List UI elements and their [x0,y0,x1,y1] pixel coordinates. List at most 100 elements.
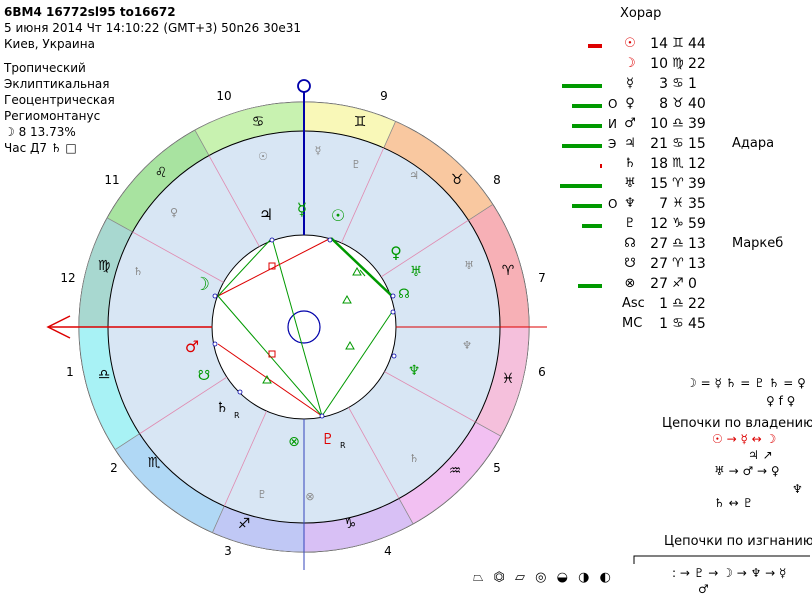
sign-glyph-icon: ♓ [672,196,684,211]
planet-glyph-icon: ☿ [626,76,634,91]
planet-glyph-icon: ♂ [624,116,636,131]
planet-glyph-icon: ♅ [624,176,636,191]
planet-row[interactable]: ☉ 14 ♊ 44 [560,36,812,56]
transit-glyph-icon: ♀ [170,206,178,219]
planet-letter: И [608,117,617,131]
house-number: 6 [538,365,546,379]
jupiter-icon: ♃ [259,205,273,224]
zodiac-sign-icon: ♐ [238,516,251,532]
planet-glyph-icon: ☋ [624,256,636,271]
planet-minutes: 0 [688,276,697,292]
chain-3: ♄ ↔ ♇ [714,496,754,510]
planet-minutes: 44 [688,36,706,52]
planet-position-dot [237,389,243,395]
planet-degree: 1 [659,296,668,312]
planet-glyph-icon: ☽ [624,56,636,71]
planet-degree: 18 [650,156,668,172]
saturn-icon: ♄ [216,400,229,416]
house-number: 1 [66,365,74,379]
strength-bar [582,224,602,228]
planet-minutes: 39 [688,176,706,192]
chains-exile-title: Цепочки по изгнанию [664,534,812,549]
planet-minutes: 13 [688,256,706,272]
strength-bar [572,124,602,128]
dispositor-line-2: ♀ f ♀ [766,394,796,408]
planet-row[interactable]: И ♂ 10 ♎ 39 [560,116,812,136]
moon-icon: ☽ [194,274,210,295]
strength-bar [578,284,602,288]
chain-4b: ♂ [698,582,709,596]
chain-1b: ♃ ↗ [748,448,773,462]
planet-degree: 27 [650,256,668,272]
chain-2: ♅ → ♂ → ♀ [714,464,780,478]
house-number: 12 [60,271,75,285]
uranus-icon: ♅ [410,264,423,280]
dispositor-line-1: ☽ = ☿ ♄ = ♇ ♄ = ♀ [686,376,806,390]
transit-glyph-icon: ☉ [258,150,268,163]
planet-glyph-icon: ♆ [624,196,636,211]
part-of-fortune-icon: ⊗ [288,434,300,450]
house-number: 3 [224,544,232,558]
planet-glyph-icon: ☊ [624,236,636,251]
planet-minutes: 1 [688,76,697,92]
transit-glyph-icon: ♇ [351,158,361,171]
planet-row[interactable]: ♄ 18 ♏ 12 [560,156,812,176]
star-markeb: Маркеб [732,236,784,251]
horoscope-wheel[interactable]: 123 456789101112♎♏♐ ♑♒♓♈♉♊♋♌♍☉☽☿♀♂♃♄♅♆♇☊☋⊗… [0,0,560,596]
strength-bar [562,144,602,148]
planet-position-dot [319,413,325,419]
zodiac-sign-icon: ♌ [155,165,168,181]
retrograde-label: R [340,441,346,450]
planet-row[interactable]: Э ♃ 21 ♋ 15 [560,136,812,156]
transit-glyph-icon: ♃ [409,169,419,182]
transit-glyph-icon: ♅ [464,259,474,272]
wheel-rings: 123 456789101112♎♏♐ ♑♒♓♈♉♊♋♌♍☉☽☿♀♂♃♄♅♆♇☊☋⊗… [46,79,547,570]
chains-ownership-title: Цепочки по владению [662,416,812,431]
planet-glyph-icon: MC [622,316,643,331]
planet-position-dot [390,293,396,299]
zodiac-sign-icon: ♋ [252,114,265,130]
planet-row[interactable]: О ♆ 7 ♓ 35 [560,196,812,216]
sign-glyph-icon: ♑ [672,216,684,231]
transit-glyph-icon: ♇ [257,488,267,501]
planet-row[interactable]: О ♀ 8 ♉ 40 [560,96,812,116]
sign-glyph-icon: ♎ [672,296,684,311]
strength-bar [588,44,602,48]
zodiac-sign-icon: ♒ [449,463,462,479]
sign-glyph-icon: ♊ [672,36,684,51]
planet-degree: 27 [650,236,668,252]
zodiac-sign-icon: ♑ [344,516,357,532]
table-title: Хорар [620,6,662,21]
house-number: 11 [104,173,119,187]
planet-minutes: 59 [688,216,706,232]
planet-degree: 3 [659,76,668,92]
house-number: 7 [538,271,546,285]
strength-bar [600,164,602,168]
chain-1: ☉ → ☿ ↔ ☽ [712,432,777,446]
planet-row[interactable]: ⊗ 27 ♐ 0 [560,276,812,296]
toolbar-icons[interactable]: ⏢ ⏣ ⏥ ◎ ◒ ◑ ◐ [473,570,614,585]
planet-row[interactable]: ♇ 12 ♑ 59 [560,216,812,236]
planet-minutes: 13 [688,236,706,252]
planet-row[interactable]: ☋ 27 ♈ 13 [560,256,812,276]
planet-row[interactable]: MC 1 ♋ 45 [560,316,812,336]
planet-row[interactable]: ♅ 15 ♈ 39 [560,176,812,196]
retrograde-label: R [234,411,240,420]
planet-degree: 15 [650,176,668,192]
planet-degree: 10 [650,56,668,72]
planet-row[interactable]: ☽ 10 ♍ 22 [560,56,812,76]
house-number: 9 [380,89,388,103]
zodiac-sign-icon: ♈ [502,263,515,279]
planet-position-dot [327,237,333,243]
planet-row[interactable]: ☿ 3 ♋ 1 [560,76,812,96]
strength-bar [572,204,602,208]
planet-row[interactable]: Asc 1 ♎ 22 [560,296,812,316]
planet-degree: 12 [650,216,668,232]
planet-position-dot [212,341,218,347]
strength-bar [560,184,602,188]
transit-glyph-icon: ♆ [462,339,472,352]
planet-letter: О [608,97,618,111]
sign-glyph-icon: ♈ [672,256,684,271]
sign-glyph-icon: ♋ [672,136,684,151]
planet-degree: 27 [650,276,668,292]
